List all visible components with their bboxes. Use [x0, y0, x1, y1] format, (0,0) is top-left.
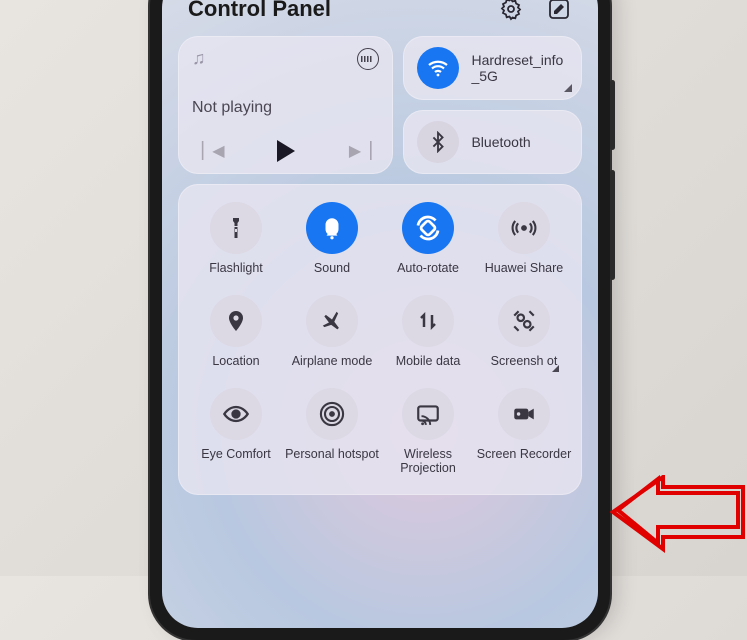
previous-track-icon[interactable]: ▏◀	[202, 141, 223, 161]
toggle-row: Location Airplane mode Mobile data	[188, 295, 572, 384]
settings-icon[interactable]	[498, 0, 524, 22]
bluetooth-toggle[interactable]: Bluetooth	[403, 110, 582, 174]
huawei-share-icon	[498, 202, 550, 254]
connectivity-column: Hardreset_info_5G Bluetooth	[403, 36, 582, 174]
play-icon[interactable]	[277, 140, 295, 162]
wireless-projection-toggle[interactable]: Wireless Projection	[380, 388, 476, 477]
header-actions	[498, 0, 572, 22]
control-panel-header: Control Panel	[178, 0, 582, 36]
hotspot-icon	[306, 388, 358, 440]
toggle-label: Screen Recorder	[477, 447, 572, 477]
screenshot-icon	[498, 295, 550, 347]
sound-icon	[306, 202, 358, 254]
toggle-label: Wireless Projection	[380, 447, 476, 477]
toggle-label: Flashlight	[209, 261, 263, 291]
eye-comfort-toggle[interactable]: Eye Comfort	[188, 388, 284, 477]
screen-recorder-icon	[498, 388, 550, 440]
toggle-label: Screensh ot	[491, 354, 558, 384]
toggle-label: Mobile data	[396, 354, 461, 384]
music-note-icon: ♫	[192, 48, 206, 69]
autorotate-toggle[interactable]: Auto-rotate	[380, 202, 476, 291]
power-button	[610, 170, 615, 280]
mobile-data-toggle[interactable]: Mobile data	[380, 295, 476, 384]
top-cards-row: ♫ Not playing ▏◀ ▶▕ Hardres	[178, 36, 582, 174]
toggle-row: Flashlight Sound Auto-rotate	[188, 202, 572, 291]
flashlight-toggle[interactable]: Flashlight	[188, 202, 284, 291]
wifi-toggle[interactable]: Hardreset_info_5G	[403, 36, 582, 100]
toggle-label: Airplane mode	[292, 354, 373, 384]
toggle-row: Eye Comfort Personal hotspot Wireless Pr…	[188, 388, 572, 477]
cast-audio-icon[interactable]	[357, 48, 379, 70]
screen: Control Panel ♫	[162, 0, 598, 628]
personal-hotspot-toggle[interactable]: Personal hotspot	[284, 388, 380, 477]
wifi-label: Hardreset_info_5G	[471, 52, 568, 84]
toggle-label: Huawei Share	[485, 261, 564, 291]
airplane-mode-toggle[interactable]: Airplane mode	[284, 295, 380, 384]
screen-recorder-toggle[interactable]: Screen Recorder	[476, 388, 572, 477]
bluetooth-label: Bluetooth	[471, 134, 530, 150]
bluetooth-icon	[417, 121, 459, 163]
toggle-label: Personal hotspot	[285, 447, 379, 477]
location-icon	[210, 295, 262, 347]
media-card[interactable]: ♫ Not playing ▏◀ ▶▕	[178, 36, 393, 174]
eye-icon	[210, 388, 262, 440]
flashlight-icon	[210, 202, 262, 254]
autorotate-icon	[402, 202, 454, 254]
expand-indicator-icon	[564, 84, 572, 92]
toggle-label: Sound	[314, 261, 350, 291]
media-status: Not playing	[192, 99, 379, 117]
edit-icon[interactable]	[546, 0, 572, 22]
huawei-share-toggle[interactable]: Huawei Share	[476, 202, 572, 291]
page-title: Control Panel	[188, 0, 331, 22]
annotation-arrow-icon	[608, 475, 747, 555]
airplane-icon	[306, 295, 358, 347]
projection-icon	[402, 388, 454, 440]
toggle-label: Eye Comfort	[201, 447, 270, 477]
toggle-label: Auto-rotate	[397, 261, 459, 291]
screenshot-toggle[interactable]: Screensh ot	[476, 295, 572, 384]
mobile-data-icon	[402, 295, 454, 347]
phone-frame: Control Panel ♫	[150, 0, 610, 640]
toggle-label: Location	[212, 354, 259, 384]
media-controls: ▏◀ ▶▕	[192, 140, 379, 162]
sound-toggle[interactable]: Sound	[284, 202, 380, 291]
next-track-icon[interactable]: ▶▕	[349, 141, 370, 161]
quick-toggles-panel: Flashlight Sound Auto-rotate	[178, 184, 582, 495]
wifi-icon	[417, 47, 459, 89]
location-toggle[interactable]: Location	[188, 295, 284, 384]
volume-button	[610, 80, 615, 150]
